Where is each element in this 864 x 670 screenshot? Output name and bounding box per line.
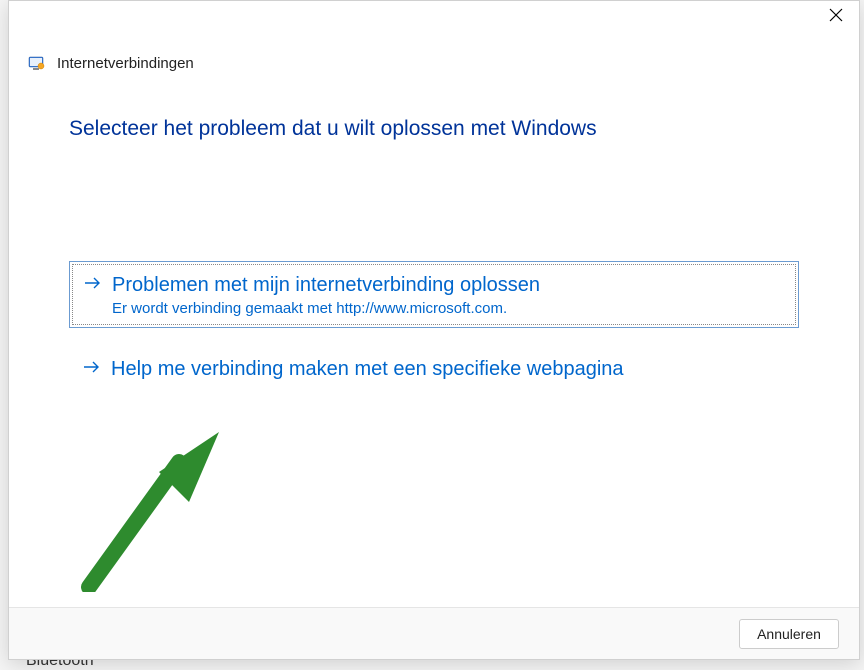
close-button[interactable] [813, 1, 859, 33]
option-text: Help me verbinding maken met een specifi… [111, 356, 624, 382]
titlebar [9, 1, 859, 49]
option-specific-webpage[interactable]: Help me verbinding maken met een specifi… [69, 346, 799, 392]
close-icon [829, 8, 843, 27]
dialog-content: Selecteer het probleem dat u wilt oploss… [9, 77, 859, 607]
option-title: Help me verbinding maken met een specifi… [111, 356, 624, 382]
option-troubleshoot-internet[interactable]: Problemen met mijn internetverbinding op… [69, 261, 799, 328]
troubleshooter-dialog: Internetverbindingen Selecteer het probl… [8, 0, 860, 660]
option-title: Problemen met mijn internetverbinding op… [112, 272, 540, 298]
arrow-right-icon [83, 360, 101, 379]
cancel-button[interactable]: Annuleren [739, 619, 839, 649]
option-subtitle: Er wordt verbinding gemaakt met http://w… [112, 300, 540, 317]
arrow-right-icon [84, 276, 102, 295]
dialog-footer: Annuleren [9, 607, 859, 659]
troubleshooter-icon [27, 53, 47, 73]
option-text: Problemen met mijn internetverbinding op… [112, 272, 540, 317]
wizard-title: Internetverbindingen [57, 55, 194, 72]
page-heading: Selecteer het probleem dat u wilt oploss… [69, 117, 799, 141]
annotation-arrow-icon [79, 422, 239, 597]
wizard-header: Internetverbindingen [9, 49, 859, 77]
